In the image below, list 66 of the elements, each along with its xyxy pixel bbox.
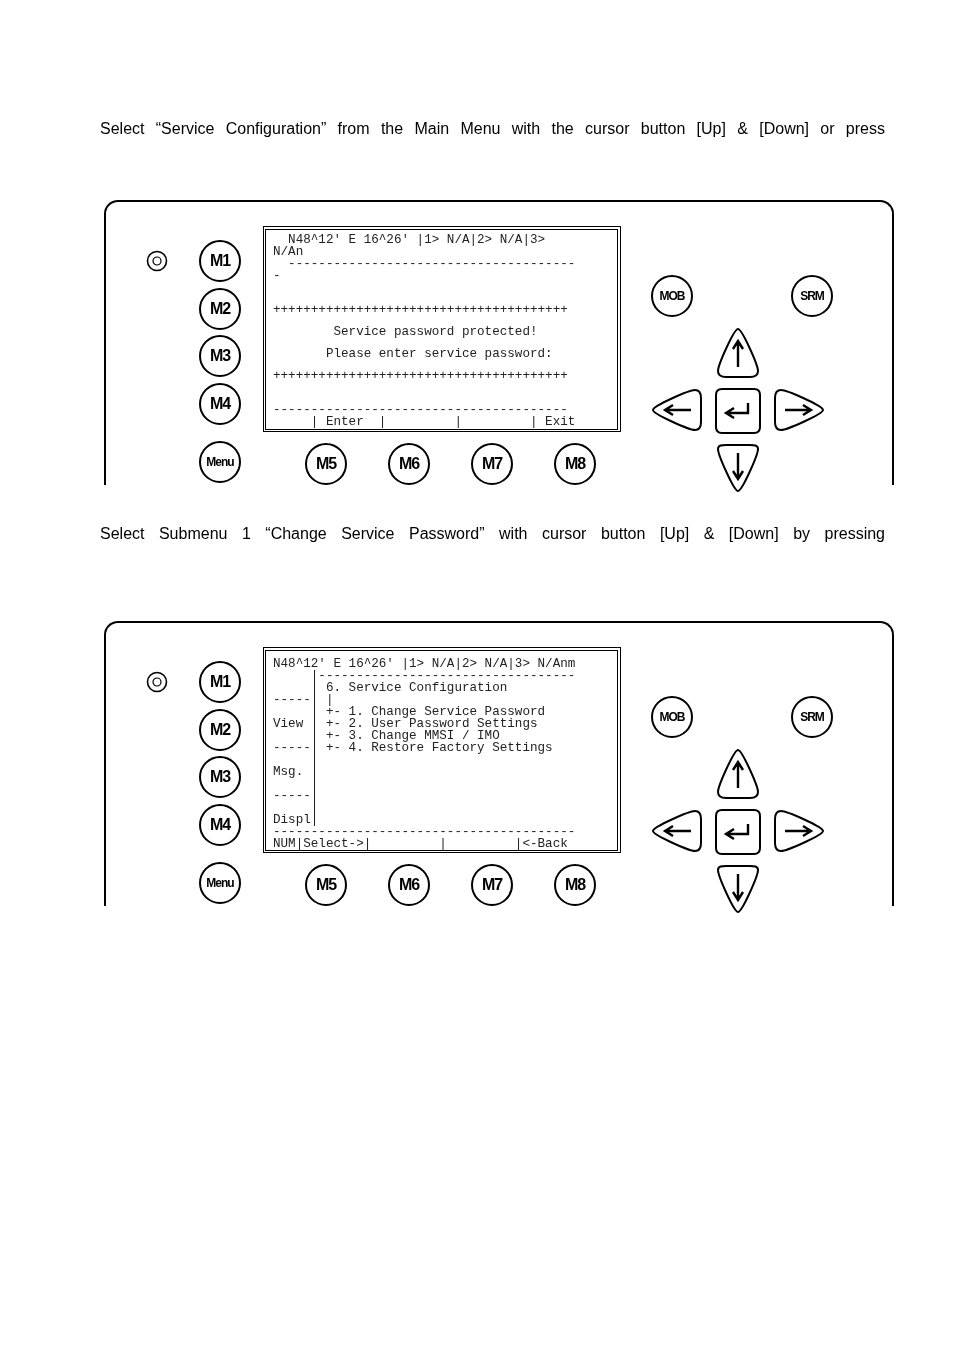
function-key[interactable]: MOB — [651, 275, 693, 317]
arrow-down-icon — [714, 864, 762, 914]
screen-text: Please enter service password: — [324, 348, 554, 360]
screen-text: Msg. | — [273, 766, 320, 778]
screen-text: Displ| — [273, 814, 320, 826]
soft-key[interactable]: M8 — [554, 443, 596, 485]
soft-key[interactable]: M6 — [388, 443, 430, 485]
screen-text: NUM|Select->| | |<-Back — [273, 838, 569, 850]
screen-text: | — [310, 754, 320, 766]
arrow-up-icon — [714, 327, 762, 379]
up-key[interactable] — [714, 327, 762, 379]
soft-key[interactable]: M6 — [388, 864, 430, 906]
soft-key[interactable]: M2 — [199, 287, 241, 330]
soft-key[interactable]: M4 — [199, 383, 241, 426]
function-key[interactable]: SRM — [791, 696, 833, 738]
arrow-right-icon — [773, 808, 825, 854]
screen-text: - — [273, 270, 282, 282]
screen-text: | — [310, 802, 320, 814]
screen-text: ---------------------------------------- — [273, 826, 577, 838]
soft-key[interactable]: M1 — [199, 661, 241, 703]
screen-text: Service password protected! — [332, 326, 539, 338]
screen-text: N/An — [273, 246, 305, 258]
up-key[interactable] — [714, 748, 762, 800]
enter-key[interactable] — [714, 387, 762, 435]
down-key[interactable] — [714, 443, 762, 493]
soft-key[interactable]: M3 — [199, 756, 241, 799]
screen-text: +++++++++++++++++++++++++++++++++++++++ — [273, 370, 569, 382]
instruction-text: Select “Service Configuration” from the Main Menu with the cursor button [Up] & [Down] or press — [100, 119, 885, 139]
screen-text: View | +- 2. User Password Settings — [273, 718, 539, 730]
screen-text: | — [310, 778, 320, 790]
menu-key[interactable]: Menu — [199, 862, 241, 905]
down-key[interactable] — [714, 864, 762, 914]
led-icon — [146, 671, 168, 693]
soft-key[interactable]: M3 — [199, 335, 241, 378]
arrow-left-icon — [651, 808, 703, 854]
instruction-text: Select Submenu 1 “Change Service Password” with cursor button [Up] & [Down] by pressing — [100, 524, 885, 544]
soft-key[interactable]: M4 — [199, 804, 241, 847]
soft-key[interactable]: M7 — [471, 864, 513, 906]
soft-key[interactable]: M1 — [199, 240, 241, 282]
screen-text: -----| +- 4. Restore Factory Settings — [273, 742, 554, 754]
screen-text: | +- 3. Change MMSI / IMO — [310, 730, 500, 742]
screen-text: | Enter | | | Exit — [309, 416, 577, 428]
function-key[interactable]: MOB — [651, 696, 693, 738]
soft-key[interactable]: M8 — [554, 864, 596, 906]
function-key[interactable]: SRM — [791, 275, 833, 317]
arrow-up-icon — [714, 748, 762, 800]
soft-key[interactable]: M2 — [199, 708, 241, 751]
led-icon — [146, 250, 168, 272]
screen-text: +++++++++++++++++++++++++++++++++++++++ — [273, 304, 569, 316]
soft-key[interactable]: M5 — [305, 443, 347, 485]
screen-text: |---------------------------------- — [309, 670, 577, 682]
screen-text: -------------------------------------- — [287, 258, 577, 270]
arrow-down-icon — [714, 443, 762, 493]
arrow-left-icon — [651, 387, 703, 433]
screen-text: --------------------------------------- — [273, 404, 568, 416]
screen-text: -----| | — [273, 694, 335, 706]
screen-text: | 6. Service Configuration — [310, 682, 508, 694]
soft-key[interactable]: M7 — [471, 443, 513, 485]
screen-text: N48^12' E 16^26' |1> N/A|2> N/A|3> N/Anm — [273, 658, 577, 670]
soft-key[interactable]: M5 — [305, 864, 347, 906]
arrow-right-icon — [773, 387, 825, 433]
screen-text: -----| — [273, 790, 320, 802]
screen-text: N48^12' E 16^26' |1> N/A|2> N/A|3> — [288, 234, 547, 246]
screen-text: | +- 1. Change Service Password — [310, 706, 547, 718]
menu-key[interactable]: Menu — [199, 441, 241, 484]
enter-key[interactable] — [714, 808, 762, 856]
